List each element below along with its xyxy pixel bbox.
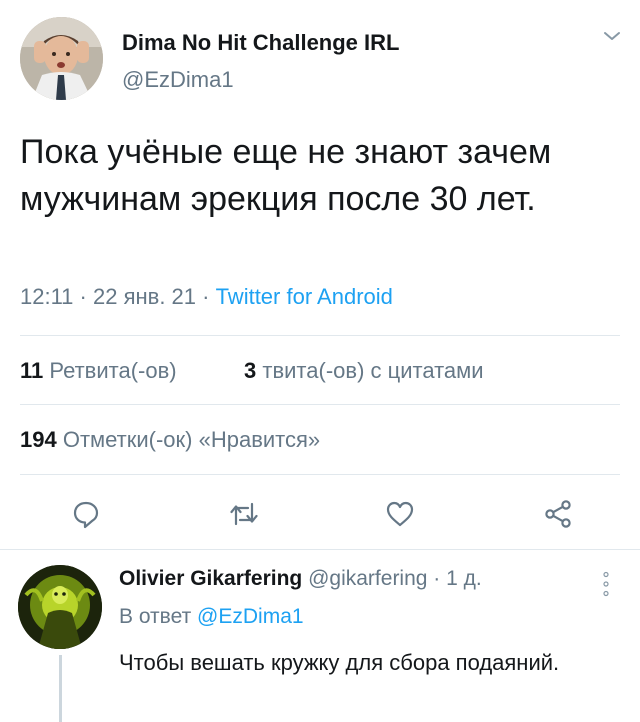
- divider: [20, 335, 620, 336]
- author-avatar[interactable]: [20, 17, 103, 100]
- likes-count: 194: [20, 427, 57, 452]
- section-divider: [0, 549, 640, 550]
- tweet-meta: 12:11 · 22 янв. 21 · Twitter for Android: [20, 284, 393, 310]
- chevron-down-icon[interactable]: [603, 30, 621, 42]
- reply-icon[interactable]: [70, 498, 102, 530]
- like-icon[interactable]: [384, 498, 416, 530]
- thread-line: [59, 655, 62, 722]
- tweet-time: 12:11: [20, 284, 74, 309]
- more-options-icon[interactable]: [603, 571, 609, 597]
- quotes-count: 3: [244, 358, 257, 383]
- divider: [20, 404, 620, 405]
- reply-header: Olivier Gikarfering @gikarfering · 1 д.: [119, 567, 482, 591]
- divider: [20, 474, 620, 475]
- retweets-count: 11: [20, 358, 44, 383]
- author-name[interactable]: Dima No Hit Challenge IRL: [122, 30, 399, 56]
- meta-separator: ·: [73, 284, 93, 309]
- author-handle[interactable]: @EzDima1: [122, 67, 234, 93]
- reply-author-name[interactable]: Olivier Gikarfering: [119, 567, 302, 590]
- reply-age: 1 д.: [446, 567, 482, 590]
- share-icon[interactable]: [542, 498, 574, 530]
- quote-stats[interactable]: 3 твита(-ов) с цитатами: [244, 358, 484, 384]
- retweet-stats[interactable]: 11 Ретвита(-ов): [20, 358, 177, 384]
- reply-author-avatar[interactable]: [18, 565, 102, 649]
- reply-prefix: В ответ: [119, 605, 192, 628]
- tweet-date: 22 янв. 21: [92, 284, 197, 309]
- author-avatar-image: [20, 17, 103, 100]
- likes-label: Отметки(-ок) «Нравится»: [62, 427, 321, 452]
- tweet-text: Пока учёные еще не знают зачем мужчинам …: [20, 133, 552, 218]
- reply-mention-link[interactable]: @EzDima1: [197, 605, 304, 628]
- reply-separator: ·: [427, 567, 447, 590]
- like-stats[interactable]: 194 Отметки(-ок) «Нравится»: [20, 427, 320, 453]
- reply-context: В ответ @EzDima1: [119, 605, 304, 629]
- quotes-label: твита(-ов) с цитатами: [262, 358, 484, 383]
- reply-avatar-image: [18, 565, 102, 649]
- reply-text: Чтобы вешать кружку для сбора подаяний.: [119, 650, 560, 675]
- retweets-label: Ретвита(-ов): [49, 358, 177, 383]
- reply-author-handle[interactable]: @gikarfering: [308, 567, 427, 590]
- tweet-source-link[interactable]: Twitter for Android: [216, 284, 393, 309]
- meta-separator: ·: [196, 284, 216, 309]
- retweet-icon[interactable]: [228, 498, 260, 530]
